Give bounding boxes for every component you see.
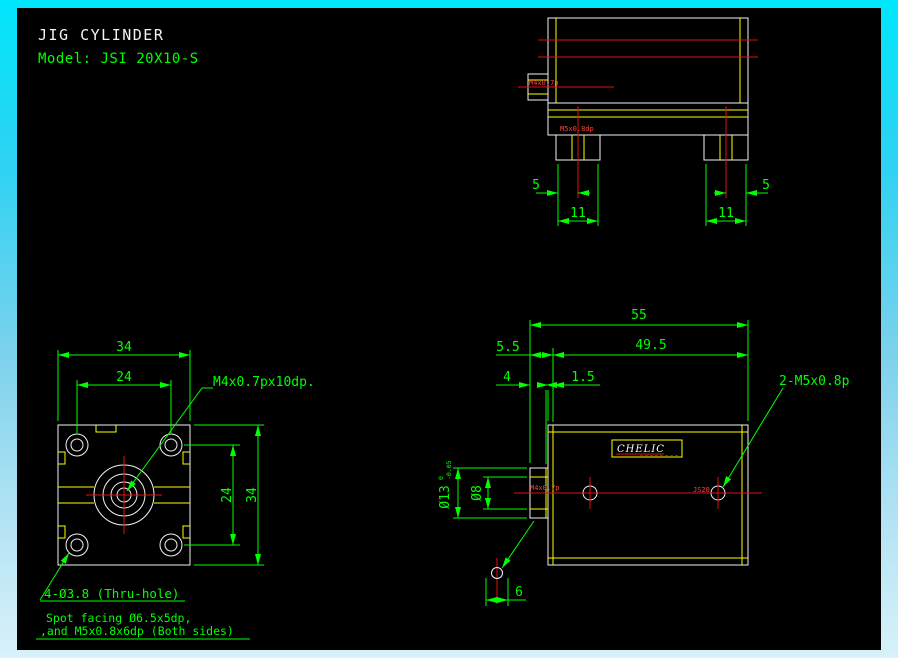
ports-label: 2-M5x0.8p [779, 374, 850, 389]
front-view: 34 24 24 34 M4x0.7px10dp. 4-Ø3.8 (Thru-h… [36, 340, 315, 640]
top-view-centerlines [518, 39, 758, 198]
dim-5-right: 5 [762, 178, 770, 193]
top-view-outline [527, 17, 749, 161]
top-mount-thread-label: M5x0.8dp [560, 125, 594, 133]
dim-dia8: Ø8 [470, 485, 485, 501]
dim-5-5: 5.5 [496, 340, 519, 355]
title-block: JIG CYLINDER Model: JSI 20X10-S [38, 26, 199, 67]
dim-5-left: 5 [532, 178, 540, 193]
dim-4: 4 [503, 370, 511, 385]
brand-label: CHELIC [617, 444, 665, 455]
top-port-thread-label: M4x0.7p [529, 79, 559, 87]
dia13-tol-lower: -0.05 [445, 460, 453, 480]
drawing-title: JIG CYLINDER [38, 26, 164, 44]
dim-11-right: 11 [718, 206, 734, 221]
note-spot-facing-1: Spot facing Ø6.5x5dp, [46, 611, 191, 625]
brand-sticker: CHELIC [611, 439, 683, 458]
dim-34-right: 34 [245, 487, 260, 503]
dim-24-top: 24 [116, 370, 132, 385]
drawing-model: Model: JSI 20X10-S [38, 51, 199, 67]
drawing-svg: JIG CYLINDER Model: JSI 20X10-S M4x0.7p … [36, 17, 850, 640]
note-thru-hole: 4-Ø3.8 (Thru-hole) [44, 586, 179, 601]
leader-cushion [501, 520, 535, 569]
dim-24-right: 24 [220, 487, 235, 503]
top-view-details [528, 18, 748, 160]
dia13-tol-upper: 0 [437, 476, 445, 480]
dim-dia13: Ø13 [438, 485, 453, 508]
note-spot-facing-2: ,and M5x0.8x6dp (Both sides) [40, 624, 234, 638]
flange-centerlines [86, 456, 162, 534]
cad-page: JIG CYLINDER Model: JSI 20X10-S M4x0.7p … [0, 0, 898, 658]
dim-49-5: 49.5 [635, 338, 666, 353]
side-view-centerlines [496, 477, 762, 604]
top-view: M4x0.7p M5x0.8dp 5 11 11 5 [518, 17, 770, 226]
dim-6: 6 [515, 585, 523, 600]
dim-1-5: 1.5 [571, 370, 594, 385]
rod-thread-label: M4x0.7p [530, 484, 560, 492]
leader-tap-label: M4x0.7px10dp. [213, 375, 315, 390]
leader-ports [722, 387, 784, 488]
dim-55: 55 [631, 308, 647, 323]
dim-11-left: 11 [570, 206, 586, 221]
dim-dia13-group: Ø13 0 -0.05 [437, 460, 453, 508]
model-stamp: JS20 [693, 486, 710, 494]
side-view: CHELIC M4x0.7p JS20 55 49.5 5.5 4 1.5 6 … [437, 308, 850, 606]
dim-34-top: 34 [116, 340, 132, 355]
